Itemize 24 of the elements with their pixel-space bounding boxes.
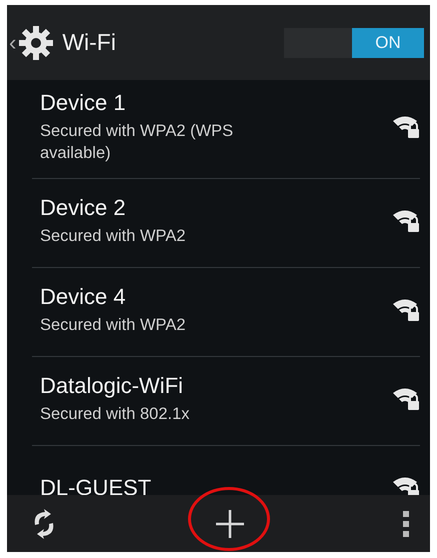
network-item[interactable]: Device 1 Secured with WPA2 (WPS available) bbox=[32, 80, 420, 179]
wifi-lock-icon bbox=[392, 476, 420, 495]
network-name: Datalogic-WiFi bbox=[40, 373, 184, 399]
toggle-thumb: ON bbox=[352, 28, 424, 58]
more-icon[interactable] bbox=[402, 510, 410, 538]
network-item[interactable]: Device 2 Secured with WPA2 bbox=[32, 179, 420, 268]
wifi-lock-icon bbox=[392, 115, 420, 139]
network-name: DL-GUEST bbox=[40, 475, 152, 495]
wifi-lock-icon bbox=[392, 387, 420, 411]
back-arrow[interactable]: ‹ bbox=[9, 30, 16, 56]
page-title: Wi-Fi bbox=[62, 29, 117, 56]
add-icon[interactable] bbox=[214, 508, 244, 538]
network-status: Secured with 802.1x bbox=[40, 404, 191, 425]
network-name: Device 1 bbox=[40, 90, 127, 116]
network-item[interactable]: Datalogic-WiFi Secured with 802.1x bbox=[32, 357, 420, 446]
network-name: Device 2 bbox=[40, 195, 127, 221]
network-status: Secured with WPA2 bbox=[40, 226, 187, 247]
network-name: Device 4 bbox=[40, 284, 127, 310]
network-status: Secured with WPA2 bbox=[40, 315, 187, 336]
gear-icon bbox=[18, 24, 54, 60]
wifi-lock-icon bbox=[392, 209, 420, 233]
network-status: Secured with WPA2 (WPS available) bbox=[40, 121, 234, 164]
network-item[interactable]: Device 4 Secured with WPA2 bbox=[32, 268, 420, 357]
wifi-lock-icon bbox=[392, 298, 420, 322]
